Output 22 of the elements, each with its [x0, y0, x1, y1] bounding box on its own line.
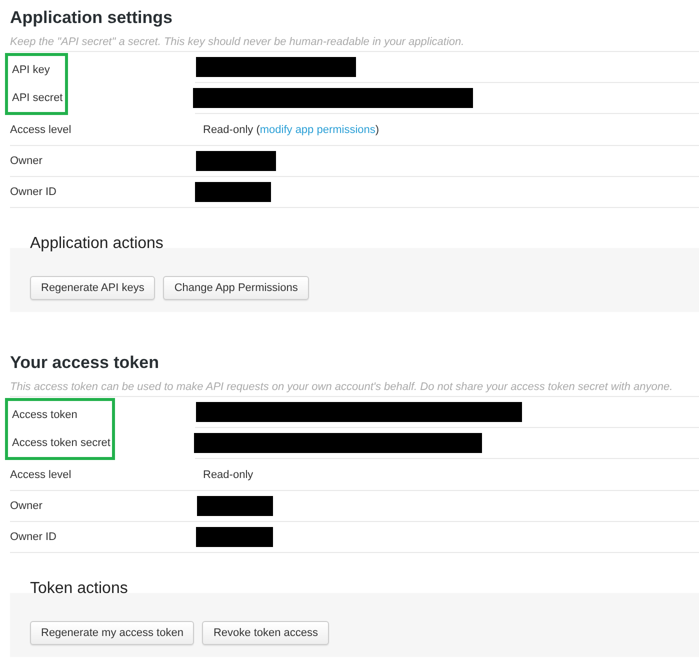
- action-button[interactable]: Change App Permissions: [163, 276, 309, 300]
- field-label: Owner: [10, 155, 42, 167]
- field-label: Owner ID: [10, 186, 56, 198]
- field-value: Read-only: [202, 469, 254, 481]
- section-title: Your access token: [10, 352, 160, 374]
- actions-title: Application actions: [30, 234, 164, 254]
- section-hint: Keep the "API secret" a secret. This key should never be human-readable in your application.: [10, 35, 466, 50]
- field-label: Access token secret: [12, 437, 110, 449]
- field-label: Owner ID: [10, 531, 56, 543]
- field-value: Read-only (modify app permissions): [202, 124, 380, 136]
- field-label: Access token: [12, 409, 78, 421]
- field-label: API secret: [12, 92, 63, 104]
- field-label: Access level: [10, 469, 72, 481]
- field-label: API key: [12, 64, 50, 76]
- section-title: Application settings: [10, 7, 174, 29]
- section-hint: This access token can be used to make API requests on your own account's behalf. Do not share your access token secret with anyone.: [10, 380, 674, 395]
- action-button[interactable]: Regenerate API keys: [30, 276, 156, 300]
- action-button[interactable]: Revoke token access: [202, 621, 330, 645]
- field-label: Access level: [10, 124, 72, 136]
- field-label: Owner: [10, 500, 42, 512]
- actions-title: Token actions: [30, 579, 129, 599]
- action-button[interactable]: Regenerate my access token: [30, 621, 194, 645]
